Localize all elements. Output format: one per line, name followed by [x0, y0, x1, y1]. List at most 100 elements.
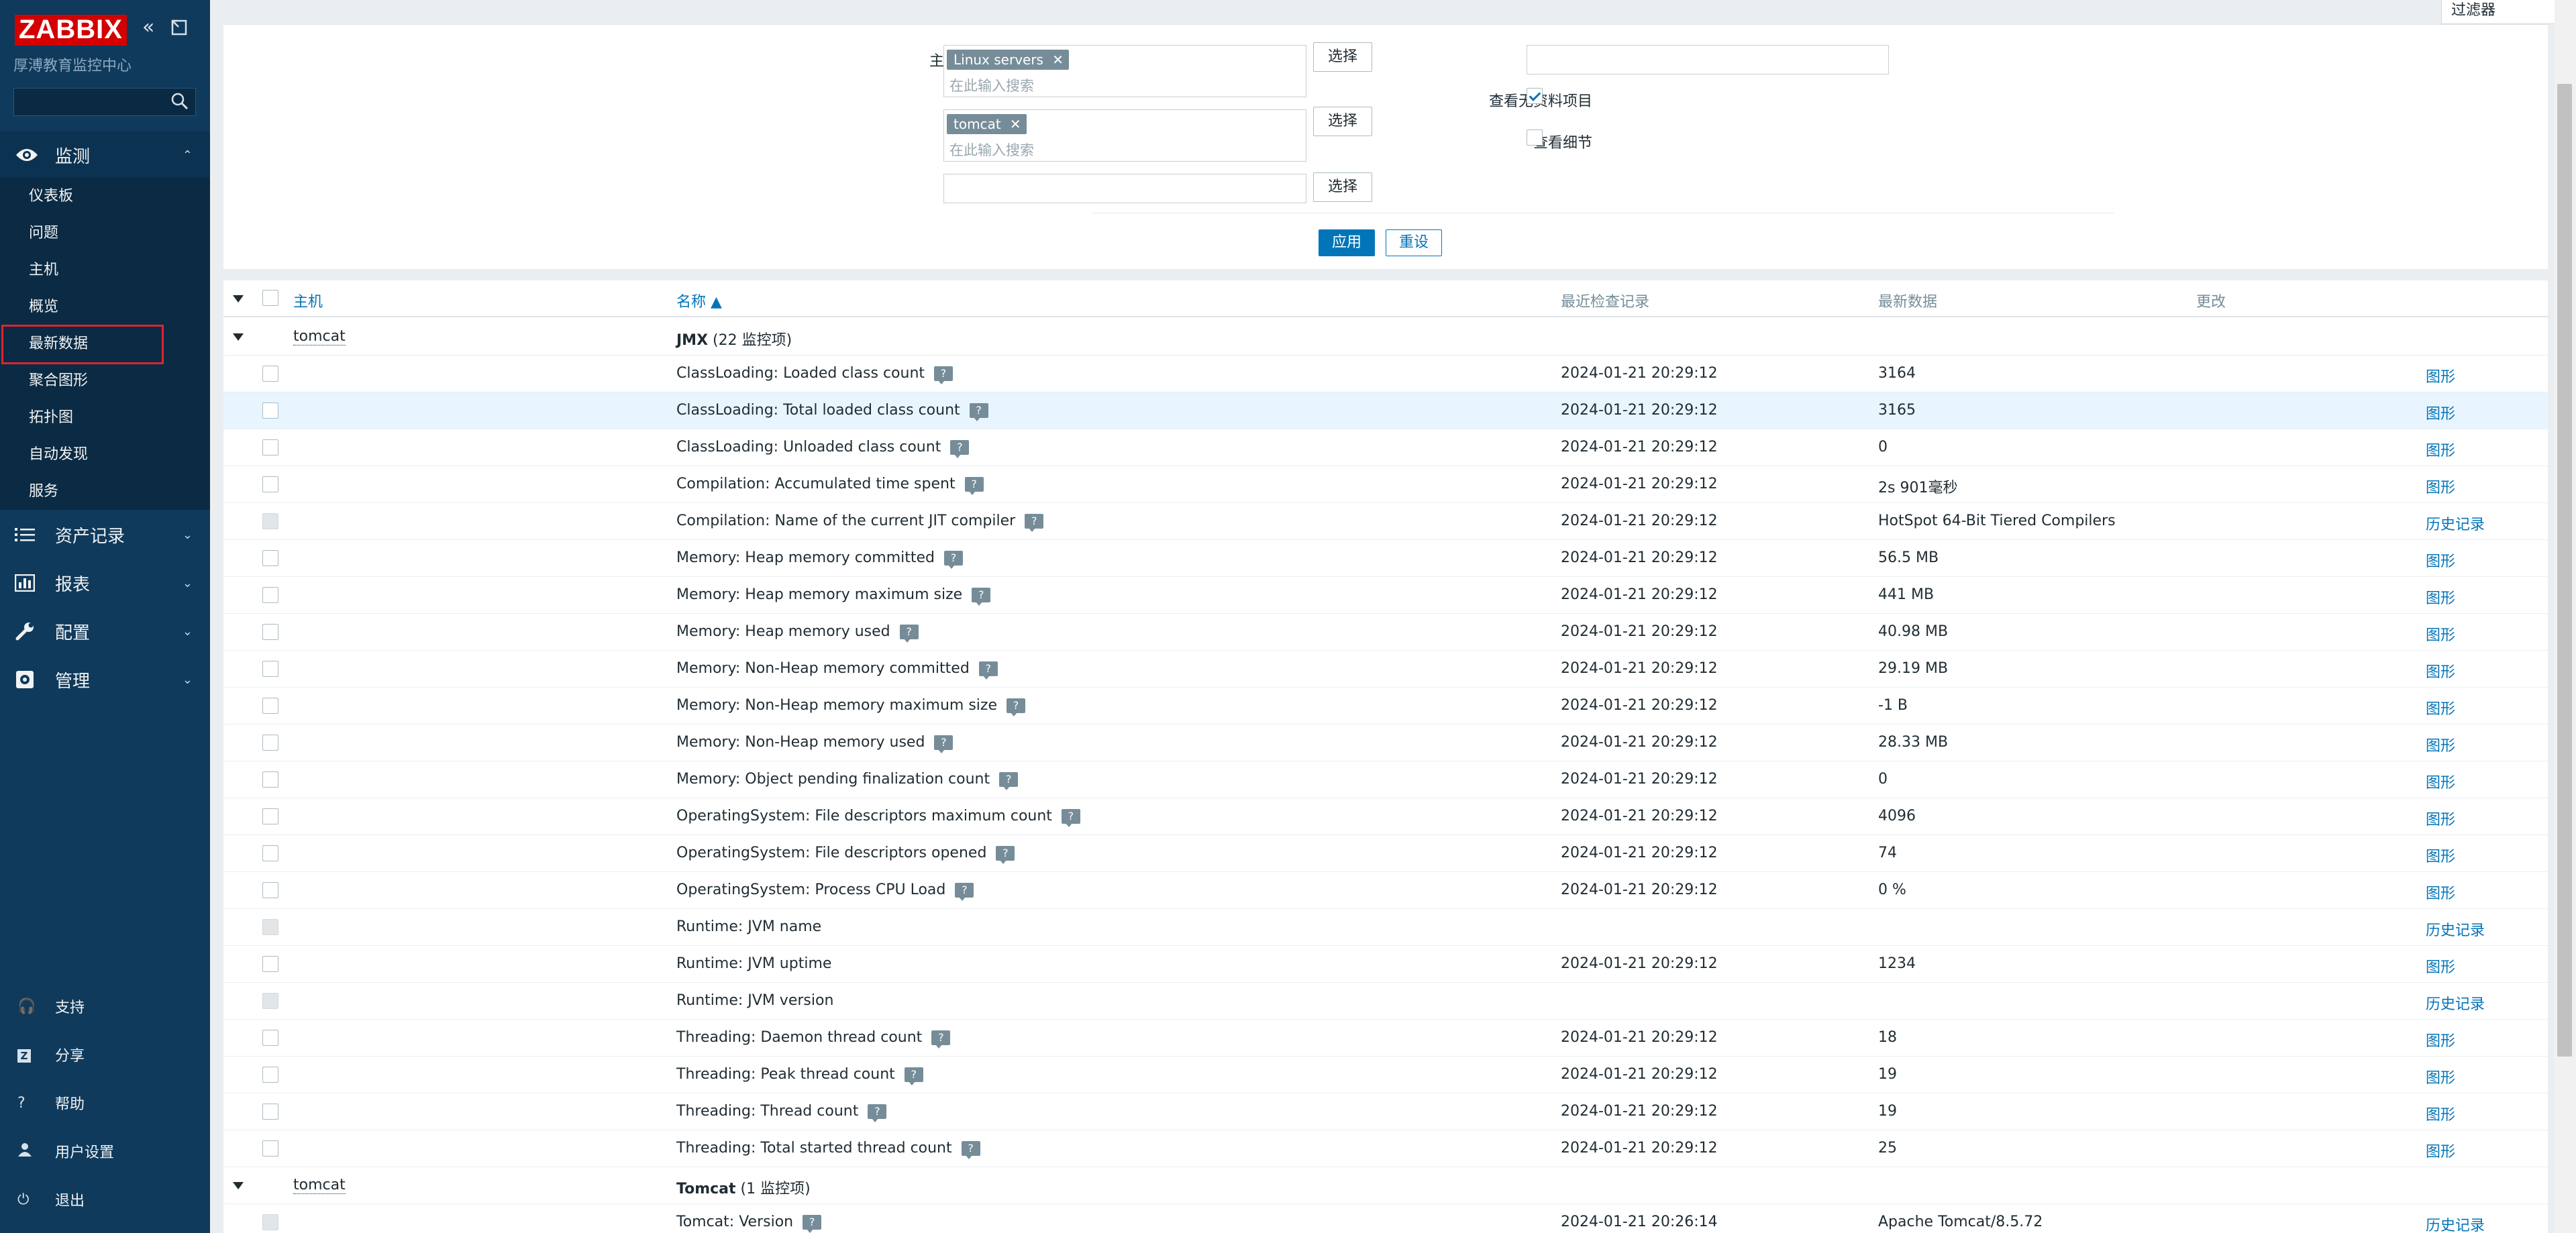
- show-without-data-checkbox[interactable]: [1527, 88, 1543, 104]
- kiosk-mode-icon[interactable]: [170, 19, 188, 40]
- help-icon[interactable]: ?: [803, 1215, 822, 1233]
- collapse-sidebar-icon[interactable]: «: [142, 17, 154, 38]
- select-all-checkbox[interactable]: [262, 290, 278, 306]
- graph-link[interactable]: 图形: [2426, 881, 2455, 903]
- row-checkbox[interactable]: [262, 366, 278, 382]
- row-checkbox[interactable]: [262, 550, 278, 566]
- nav-section-administration[interactable]: 管理 ⌄: [0, 656, 210, 703]
- sidebar-item-maps[interactable]: 拓扑图: [0, 399, 183, 436]
- reset-button[interactable]: 重设: [1386, 229, 1442, 256]
- help-icon[interactable]: ?: [904, 1067, 923, 1085]
- row-checkbox[interactable]: [262, 439, 278, 455]
- search-icon[interactable]: [170, 91, 190, 111]
- graph-link[interactable]: 图形: [2426, 808, 2455, 829]
- row-checkbox[interactable]: [262, 956, 278, 972]
- graph-link[interactable]: 图形: [2426, 1066, 2455, 1087]
- sidebar-help[interactable]: ? 帮助: [0, 1083, 210, 1123]
- help-icon[interactable]: ?: [955, 883, 974, 901]
- graph-link[interactable]: 图形: [2426, 586, 2455, 608]
- remove-chip-icon[interactable]: ✕: [1052, 50, 1064, 70]
- help-icon[interactable]: ?: [1061, 809, 1080, 827]
- help-icon[interactable]: ?: [961, 1141, 980, 1159]
- row-checkbox[interactable]: [262, 735, 278, 751]
- sidebar-item-problems[interactable]: 问题: [0, 215, 183, 252]
- sidebar-user-settings[interactable]: 用户设置: [0, 1131, 210, 1171]
- nav-section-inventory[interactable]: 资产记录 ⌄: [0, 511, 210, 558]
- row-checkbox[interactable]: [262, 403, 278, 419]
- help-icon[interactable]: ?: [999, 772, 1019, 790]
- row-checkbox[interactable]: [262, 698, 278, 714]
- filter-tab[interactable]: 过滤器: [2441, 0, 2562, 24]
- graph-link[interactable]: 图形: [2426, 955, 2455, 977]
- sidebar-item-services[interactable]: 服务: [0, 473, 183, 510]
- row-checkbox[interactable]: [262, 882, 278, 898]
- group-host-link[interactable]: tomcat: [293, 328, 346, 345]
- column-name[interactable]: 名称 ▲: [676, 290, 722, 311]
- graph-link[interactable]: 图形: [2426, 1103, 2455, 1124]
- graph-link[interactable]: 图形: [2426, 697, 2455, 718]
- host-search-placeholder[interactable]: 在此输入搜索: [949, 140, 1034, 160]
- help-icon[interactable]: ?: [996, 846, 1015, 864]
- row-checkbox[interactable]: [262, 1030, 278, 1046]
- history-link[interactable]: 历史记录: [2426, 918, 2485, 940]
- graph-link[interactable]: 图形: [2426, 660, 2455, 682]
- scrollbar-thumb[interactable]: [2557, 84, 2572, 1057]
- help-icon[interactable]: ?: [1007, 698, 1026, 716]
- sidebar-item-dashboard[interactable]: 仪表板: [0, 178, 183, 215]
- help-icon[interactable]: ?: [944, 551, 963, 569]
- nav-section-configuration[interactable]: 配置 ⌄: [0, 608, 210, 655]
- host-name[interactable]: tomcat: [293, 1177, 346, 1194]
- history-link[interactable]: 历史记录: [2426, 992, 2485, 1014]
- row-checkbox[interactable]: [262, 771, 278, 788]
- application-select-button[interactable]: 选择: [1313, 172, 1372, 202]
- zabbix-logo[interactable]: ZABBIX: [15, 15, 127, 46]
- remove-chip-icon[interactable]: ✕: [1010, 114, 1021, 134]
- history-link[interactable]: 历史记录: [2426, 1214, 2485, 1233]
- host-multiselect[interactable]: tomcat ✕ 在此输入搜索: [943, 109, 1306, 162]
- sidebar-item-discovery[interactable]: 自动发现: [0, 436, 183, 473]
- collapse-group-icon[interactable]: [233, 1182, 244, 1189]
- help-icon[interactable]: ?: [972, 588, 991, 606]
- host-group-search-placeholder[interactable]: 在此输入搜索: [949, 75, 1034, 95]
- graph-link[interactable]: 图形: [2426, 402, 2455, 423]
- row-checkbox[interactable]: [262, 624, 278, 640]
- help-icon[interactable]: ?: [934, 735, 954, 753]
- sidebar-share[interactable]: Z 分享: [0, 1034, 210, 1075]
- row-checkbox[interactable]: [262, 808, 278, 824]
- row-checkbox[interactable]: [262, 587, 278, 603]
- collapse-group-icon[interactable]: [233, 333, 244, 341]
- collapse-all-icon[interactable]: [233, 295, 244, 303]
- sidebar-support[interactable]: 🎧 支持: [0, 986, 210, 1026]
- sidebar-logout[interactable]: ⏻ 退出: [0, 1179, 210, 1220]
- sidebar-item-hosts[interactable]: 主机: [0, 252, 183, 288]
- help-icon[interactable]: ?: [868, 1104, 887, 1122]
- graph-link[interactable]: 图形: [2426, 734, 2455, 755]
- show-details-checkbox[interactable]: [1527, 129, 1543, 146]
- row-checkbox[interactable]: [262, 476, 278, 492]
- graph-link[interactable]: 图形: [2426, 549, 2455, 571]
- apply-button[interactable]: 应用: [1319, 229, 1375, 256]
- scrollbar[interactable]: [2555, 0, 2576, 1233]
- host-group-select-button[interactable]: 选择: [1313, 42, 1372, 72]
- help-icon[interactable]: ?: [931, 1030, 951, 1049]
- application-input[interactable]: [943, 174, 1306, 203]
- help-icon[interactable]: ?: [934, 366, 954, 384]
- help-icon[interactable]: ?: [899, 625, 919, 643]
- help-icon[interactable]: ?: [978, 661, 998, 680]
- graph-link[interactable]: 图形: [2426, 845, 2455, 866]
- host-group-chip[interactable]: Linux servers ✕: [947, 50, 1069, 70]
- row-checkbox[interactable]: [262, 1067, 278, 1083]
- help-icon[interactable]: ?: [1025, 514, 1044, 532]
- nav-section-monitoring[interactable]: 监测 ⌃: [0, 131, 210, 178]
- row-checkbox[interactable]: [262, 1140, 278, 1157]
- graph-link[interactable]: 图形: [2426, 476, 2455, 497]
- history-link[interactable]: 历史记录: [2426, 513, 2485, 534]
- help-icon[interactable]: ?: [964, 477, 984, 495]
- graph-link[interactable]: 图形: [2426, 771, 2455, 792]
- host-group-multiselect[interactable]: Linux servers ✕ 在此输入搜索: [943, 45, 1306, 97]
- row-checkbox[interactable]: [262, 845, 278, 861]
- help-icon[interactable]: ?: [969, 403, 988, 421]
- group-host-link[interactable]: tomcat: [293, 1177, 346, 1194]
- graph-link[interactable]: 图形: [2426, 439, 2455, 460]
- help-icon[interactable]: ?: [950, 440, 970, 458]
